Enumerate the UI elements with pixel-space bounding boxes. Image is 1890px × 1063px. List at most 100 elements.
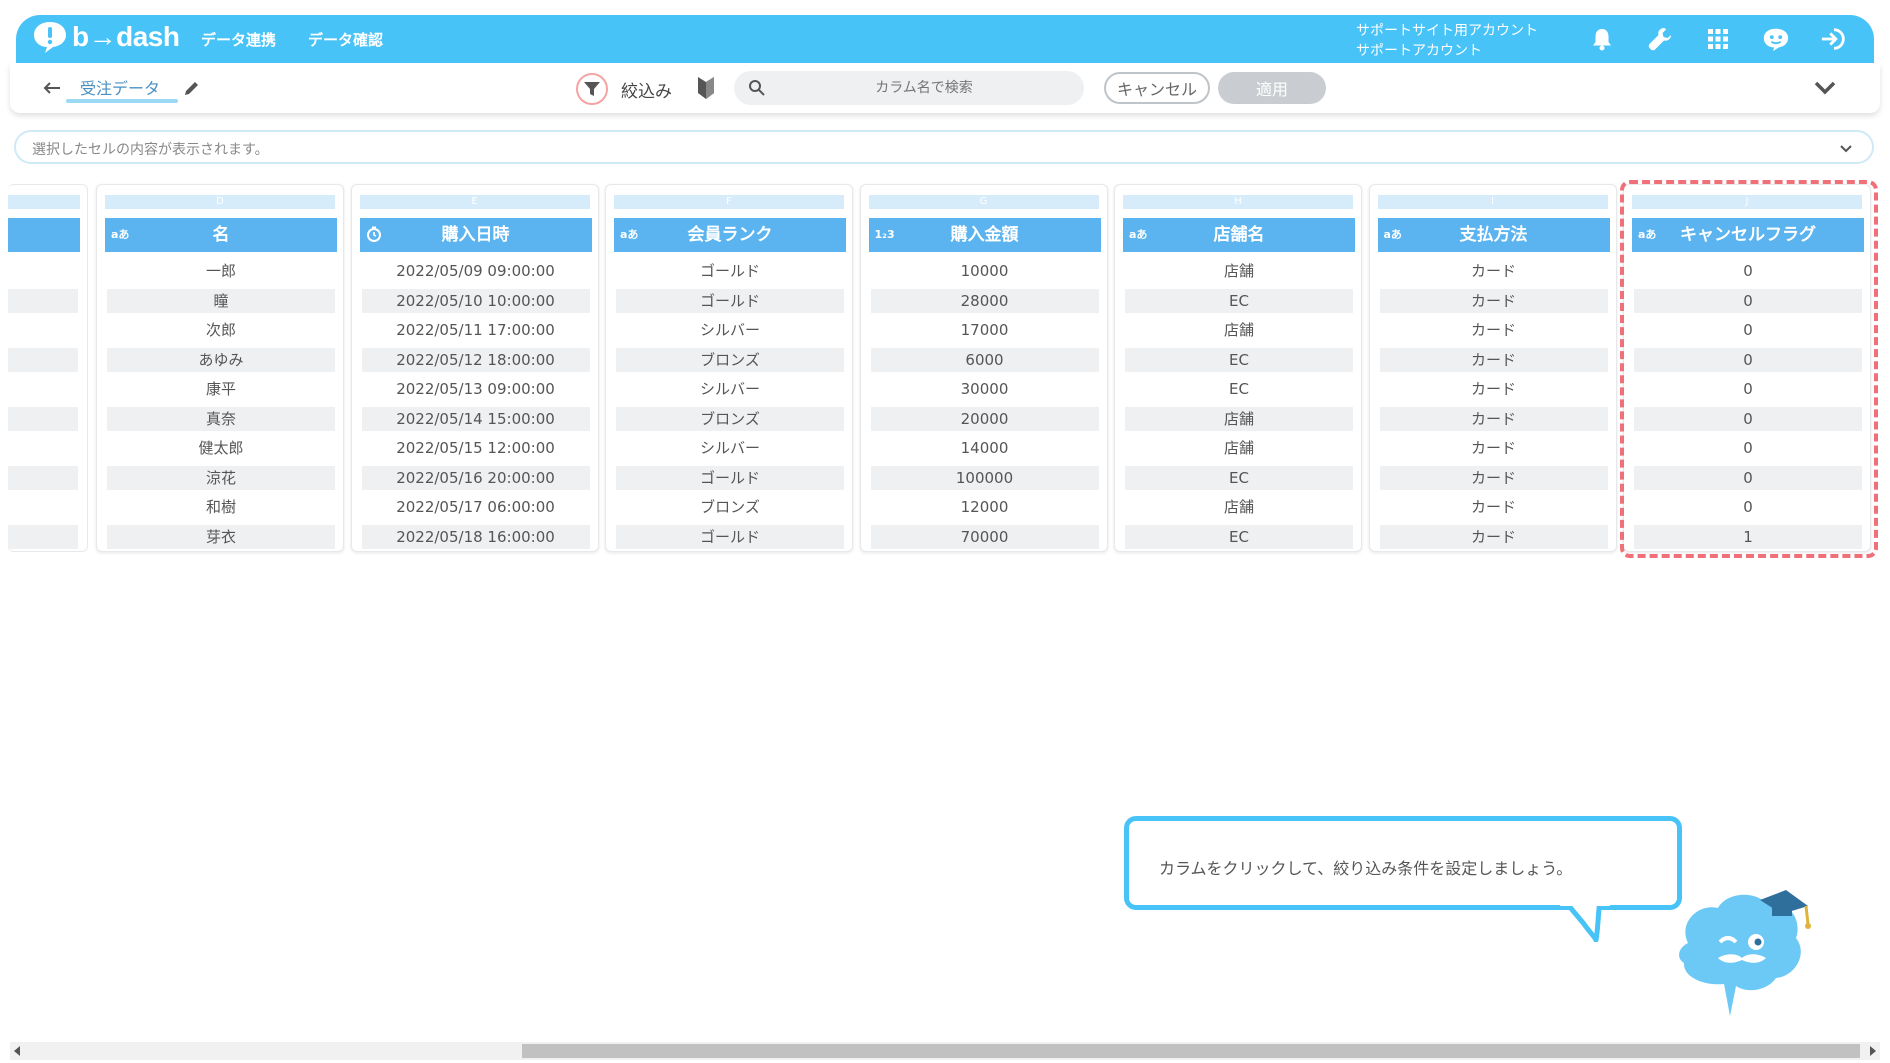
cell-content-bar[interactable]: 選択したセルの内容が表示されます。 — [14, 130, 1874, 164]
table-cell[interactable]: 2022/05/14 15:00:00 — [361, 406, 590, 431]
table-cell[interactable]: カード — [1380, 377, 1608, 401]
table-column[interactable]: G 1₂3 購入金額 10000 28000 17000 6000 30000 20000 140… — [859, 184, 1108, 552]
table-cell[interactable] — [8, 524, 78, 549]
table-cell[interactable]: ゴールド — [616, 524, 844, 549]
scroll-right-arrow-icon[interactable] — [1870, 1046, 1876, 1056]
table-cell[interactable]: 康平 — [107, 377, 335, 401]
table-cell[interactable]: カード — [1379, 406, 1608, 431]
table-cell[interactable]: EC — [1125, 377, 1353, 401]
table-cell[interactable]: 健太郎 — [107, 436, 335, 460]
table-cell[interactable]: カード — [1380, 259, 1608, 283]
pencil-icon[interactable] — [182, 78, 202, 98]
scrollbar-thumb[interactable] — [522, 1044, 1860, 1058]
table-cell[interactable]: 2022/05/16 20:00:00 — [361, 465, 590, 490]
table-cell[interactable]: 2022/05/17 06:00:00 — [362, 495, 590, 519]
table-cell[interactable]: 0 — [1634, 377, 1862, 401]
chevron-down-icon[interactable] — [1838, 140, 1854, 156]
table-cell[interactable]: カード — [1379, 347, 1608, 372]
table-cell[interactable]: シルバー — [616, 318, 844, 342]
table-cell[interactable]: 2022/05/18 16:00:00 — [361, 524, 590, 549]
column-header[interactable]: aあ 店舗名 — [1123, 218, 1355, 252]
table-cell[interactable]: 和樹 — [107, 495, 335, 519]
table-cell[interactable]: シルバー — [616, 377, 844, 401]
table-cell[interactable]: EC — [1125, 288, 1353, 313]
chevron-down-icon[interactable] — [1812, 77, 1838, 99]
table-cell[interactable]: EC — [1125, 465, 1353, 490]
table-cell[interactable]: 14000 — [871, 436, 1099, 460]
table-cell[interactable]: EC — [1125, 524, 1353, 549]
wrench-icon[interactable] — [1646, 25, 1674, 53]
column-search-input[interactable] — [774, 71, 1074, 105]
table-cell[interactable]: 10000 — [871, 259, 1099, 283]
scroll-left-arrow-icon[interactable] — [14, 1046, 20, 1056]
table-cell[interactable]: カード — [1379, 288, 1608, 313]
cancel-button[interactable]: キャンセル — [1104, 72, 1210, 104]
table-cell[interactable]: 28000 — [870, 288, 1099, 313]
table-cell[interactable]: 1 — [1634, 524, 1862, 549]
table-cell[interactable]: 0 — [1634, 465, 1862, 490]
table-cell[interactable] — [8, 347, 78, 372]
table-column[interactable]: E 購入日時 2022/05/09 09:00:00 2022/05/10 10:00… — [350, 184, 599, 552]
column-header[interactable]: 1₂3 購入金額 — [868, 218, 1101, 252]
back-arrow-icon[interactable] — [40, 76, 64, 100]
table-cell[interactable]: ブロンズ — [616, 495, 844, 519]
column-header[interactable]: aあ 会員ランク — [614, 218, 846, 252]
table-cell[interactable]: 店舗 — [1125, 406, 1353, 431]
table-column[interactable]: Faあ 会員ランク ゴールド ゴールド シルバー ブロンズ シルバー ブロンズ シルバー ゴールド… — [605, 184, 853, 552]
table-column[interactable]: Haあ 店舗名 店舗 EC 店舗 EC EC 店舗 店舗 EC 店舗 EC — [1114, 184, 1362, 552]
table-cell[interactable]: 2022/05/12 18:00:00 — [361, 347, 590, 372]
table-cell[interactable]: シルバー — [616, 436, 844, 460]
bell-icon[interactable] — [1588, 25, 1616, 53]
table-cell[interactable]: 店舗 — [1125, 436, 1353, 460]
table-cell[interactable]: 12000 — [871, 495, 1099, 519]
column-header[interactable]: aあ 支払方法 — [1377, 218, 1610, 252]
table-cell[interactable]: 0 — [1634, 318, 1862, 342]
table-cell[interactable]: 0 — [1634, 288, 1862, 313]
table-cell[interactable]: 一郎 — [107, 259, 335, 283]
table-cell[interactable]: あゆみ — [107, 347, 335, 372]
column-partial[interactable] — [8, 184, 88, 552]
table-cell[interactable]: 次郎 — [107, 318, 335, 342]
chatbot-icon[interactable] — [1762, 25, 1790, 53]
column-header[interactable] — [8, 218, 80, 252]
logout-icon[interactable] — [1820, 25, 1848, 53]
table-column[interactable]: Iaあ 支払方法 カード カード カード カード カード カード カード カード カード カード — [1368, 184, 1617, 552]
table-cell[interactable]: 店舗 — [1125, 495, 1353, 519]
filter-button[interactable] — [576, 73, 608, 105]
table-cell[interactable]: 瞳 — [107, 288, 335, 313]
table-cell[interactable]: 0 — [1634, 259, 1862, 283]
table-cell[interactable]: 真奈 — [107, 406, 335, 431]
table-cell[interactable]: 0 — [1634, 406, 1862, 431]
table-cell[interactable]: 店舗 — [1125, 259, 1353, 283]
table-cell[interactable]: 2022/05/15 12:00:00 — [362, 436, 590, 460]
table-cell[interactable]: 30000 — [871, 377, 1099, 401]
column-header[interactable]: 購入日時 — [359, 218, 592, 252]
grid-icon[interactable] — [1704, 25, 1732, 53]
table-cell[interactable]: 17000 — [871, 318, 1099, 342]
table-cell[interactable]: EC — [1125, 347, 1353, 372]
horizontal-scrollbar[interactable] — [10, 1042, 1880, 1060]
table-cell[interactable] — [8, 318, 78, 342]
table-cell[interactable]: 店舗 — [1125, 318, 1353, 342]
table-cell[interactable]: カード — [1379, 465, 1608, 490]
table-cell[interactable] — [8, 465, 78, 490]
table-cell[interactable]: 2022/05/10 10:00:00 — [361, 288, 590, 313]
table-cell[interactable]: 20000 — [870, 406, 1099, 431]
table-cell[interactable]: カード — [1380, 436, 1608, 460]
table-cell[interactable] — [8, 436, 78, 460]
table-column[interactable]: Jaあ キャンセルフラグ 0 0 0 0 0 0 0 0 0 1 — [1623, 184, 1871, 552]
table-cell[interactable]: ゴールド — [616, 465, 844, 490]
table-cell[interactable]: 2022/05/13 09:00:00 — [362, 377, 590, 401]
account-info[interactable]: サポートサイト用アカウント サポートアカウント — [1356, 21, 1538, 61]
apply-button[interactable]: 適用 — [1218, 72, 1326, 104]
table-cell[interactable]: ゴールド — [616, 259, 844, 283]
beginner-mark-icon[interactable] — [694, 75, 718, 101]
table-cell[interactable] — [8, 288, 78, 313]
table-cell[interactable]: 涼花 — [107, 465, 335, 490]
table-cell[interactable]: 芽衣 — [107, 524, 335, 549]
table-cell[interactable] — [8, 259, 78, 283]
table-column[interactable]: Daあ 名一郎瞳次郎 あゆみ 康平 真奈 健太郎 涼花 和樹 芽衣 — [96, 184, 344, 552]
column-header[interactable]: aあ 名 — [105, 218, 337, 252]
table-cell[interactable] — [8, 377, 78, 401]
table-cell[interactable]: ブロンズ — [616, 347, 844, 372]
